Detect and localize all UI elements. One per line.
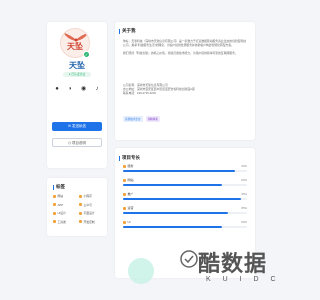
social-links: ● ◗ ◉ ♪	[53, 85, 101, 93]
skill-label: 推广	[123, 192, 134, 196]
douyin-icon[interactable]: ♪	[93, 85, 101, 93]
tag-icon	[79, 220, 82, 223]
skill-row: 运营 85%	[123, 206, 247, 220]
skill-percent: 85%	[241, 206, 247, 210]
heading-accent-bar	[119, 28, 120, 34]
skill-progress-fill	[123, 212, 229, 214]
skill-icon	[123, 206, 126, 210]
tag-label: 平面设计	[83, 211, 95, 215]
profile-name: 天坠	[69, 61, 85, 70]
skill-row: 服务 90%	[123, 164, 247, 178]
badge-specialized: 专精特新	[145, 116, 160, 122]
watermark-title: 酷数据	[198, 251, 268, 276]
tag-item[interactable]: 网站	[53, 194, 77, 198]
tag-label: 开发定制	[83, 219, 95, 224]
weibo-icon[interactable]: ◉	[80, 85, 88, 93]
tag-item[interactable]: 开发定制	[79, 220, 103, 224]
skill-percent: 90%	[241, 164, 247, 168]
skill-progress-fill	[123, 184, 223, 186]
tag-item[interactable]: 工具类	[53, 220, 77, 224]
send-message-button[interactable]: ✉ 发送私信	[52, 122, 102, 131]
tag-icon	[79, 203, 82, 206]
tag-label: UI设计	[57, 211, 66, 215]
skill-icon	[123, 178, 126, 182]
tag-item[interactable]: APP	[53, 203, 77, 207]
tag-icon	[79, 194, 82, 198]
skill-icon	[123, 192, 126, 196]
about-paragraph: 我们坚持「科技创新」的核心价值，持续打磨技术能力，为用户提供简单可靠的互联网服务…	[123, 50, 238, 55]
tag-item[interactable]: UI设计	[53, 211, 77, 215]
contact-info: 公司名称：深圳市天坠信息有限公司 办公地址：深圳市宝安区西乡街道宝安智谷科技创新…	[123, 83, 247, 96]
skill-progress-track	[123, 226, 247, 228]
tag-item[interactable]: 公众号	[79, 203, 103, 207]
skill-label: 服务	[123, 164, 134, 168]
badge-high-tech: 高新技术企业	[123, 116, 143, 122]
skill-progress-track	[123, 170, 247, 172]
tag-icon	[53, 203, 56, 206]
tags-card: 标签 网站 小程序 APP 公众号 UI设计 平面设计 工具类 开发定制	[47, 178, 107, 236]
skill-label: 网站	[123, 178, 134, 182]
tag-icon	[79, 211, 82, 215]
skill-progress-track	[123, 184, 247, 186]
tag-item[interactable]: 平面设计	[79, 211, 103, 215]
skill-progress-fill	[123, 170, 235, 172]
skills-title: 项目专长	[122, 155, 140, 160]
skill-percent: 80%	[241, 220, 247, 224]
skill-label: UI	[123, 220, 131, 224]
tag-label: 工具类	[57, 219, 66, 224]
skills-list: 服务 90% 网站 80% 推广 95% 运营 85% UI 80%	[123, 164, 247, 234]
about-card: 关于我 你好，天坠科技（深圳市天坠信息有限公司）是一家致力于打造数据驱动服务商业…	[115, 22, 255, 140]
skill-progress-track	[123, 212, 247, 214]
skill-icon	[123, 164, 126, 168]
skill-percent: 95%	[241, 192, 247, 196]
project-info-button[interactable]: ⎙ 项目说明	[52, 138, 102, 147]
skill-name: UI	[127, 220, 131, 224]
verified-check-icon: ✓	[83, 51, 90, 58]
tag-item[interactable]: 小程序	[79, 194, 103, 198]
skill-row: 网站 80%	[123, 178, 247, 192]
phone-number: 联系电话：199-2745-6232	[123, 91, 156, 96]
tag-icon	[53, 220, 56, 223]
skill-progress-track	[123, 198, 247, 200]
skill-percent: 80%	[241, 178, 247, 182]
watermark: 酷数据 K U I D C	[180, 246, 292, 292]
skill-progress-fill	[123, 226, 223, 228]
wechat-icon[interactable]: ◗	[66, 85, 74, 93]
profile-card: 天坠 ✓ 天坠 ● 已认证企业 ● ◗ ◉ ♪ ✉ 发送私信 ⎙ 项目说明	[47, 22, 107, 168]
watermark-subtitle: K U I D C	[206, 276, 281, 283]
tags-title: 标签	[56, 184, 65, 189]
about-paragraph: 你好，天坠科技（深圳市天坠信息有限公司）是一家致力于打造数据驱动服务商业生态的创…	[123, 39, 247, 48]
skill-name: 服务	[127, 164, 134, 168]
tags-heading: 标签	[53, 184, 65, 190]
watermark-logo-icon	[180, 250, 198, 268]
about-description: 你好，天坠科技（深圳市天坠信息有限公司）是一家致力于打造数据驱动服务商业生态的创…	[123, 39, 247, 59]
skill-row: UI 80%	[123, 220, 247, 234]
tags-list: 网站 小程序 APP 公众号 UI设计 平面设计 工具类 开发定制	[53, 194, 103, 224]
certification-badge: ● 已认证企业	[63, 72, 91, 77]
skill-name: 推广	[127, 192, 134, 196]
badge-list: 高新技术企业 专精特新	[123, 116, 160, 122]
skills-heading: 项目专长	[119, 155, 140, 161]
tag-label: APP	[57, 202, 64, 207]
floating-action-button[interactable]	[128, 258, 154, 284]
about-heading: 关于我	[119, 28, 136, 34]
skill-row: 推广 95%	[123, 192, 247, 206]
qq-icon[interactable]: ●	[53, 85, 61, 93]
tag-label: 公众号	[83, 202, 92, 207]
about-title: 关于我	[122, 28, 136, 33]
tag-icon	[53, 211, 56, 215]
skill-label: 运营	[123, 206, 134, 210]
heading-accent-bar	[119, 155, 120, 161]
tag-label: 网站	[57, 194, 64, 198]
heading-accent-bar	[53, 184, 54, 190]
tag-label: 小程序	[83, 194, 92, 198]
skill-icon	[123, 220, 126, 224]
tag-icon	[53, 194, 56, 198]
skill-name: 运营	[127, 206, 134, 210]
skill-name: 网站	[127, 178, 134, 182]
skill-progress-fill	[123, 198, 241, 200]
